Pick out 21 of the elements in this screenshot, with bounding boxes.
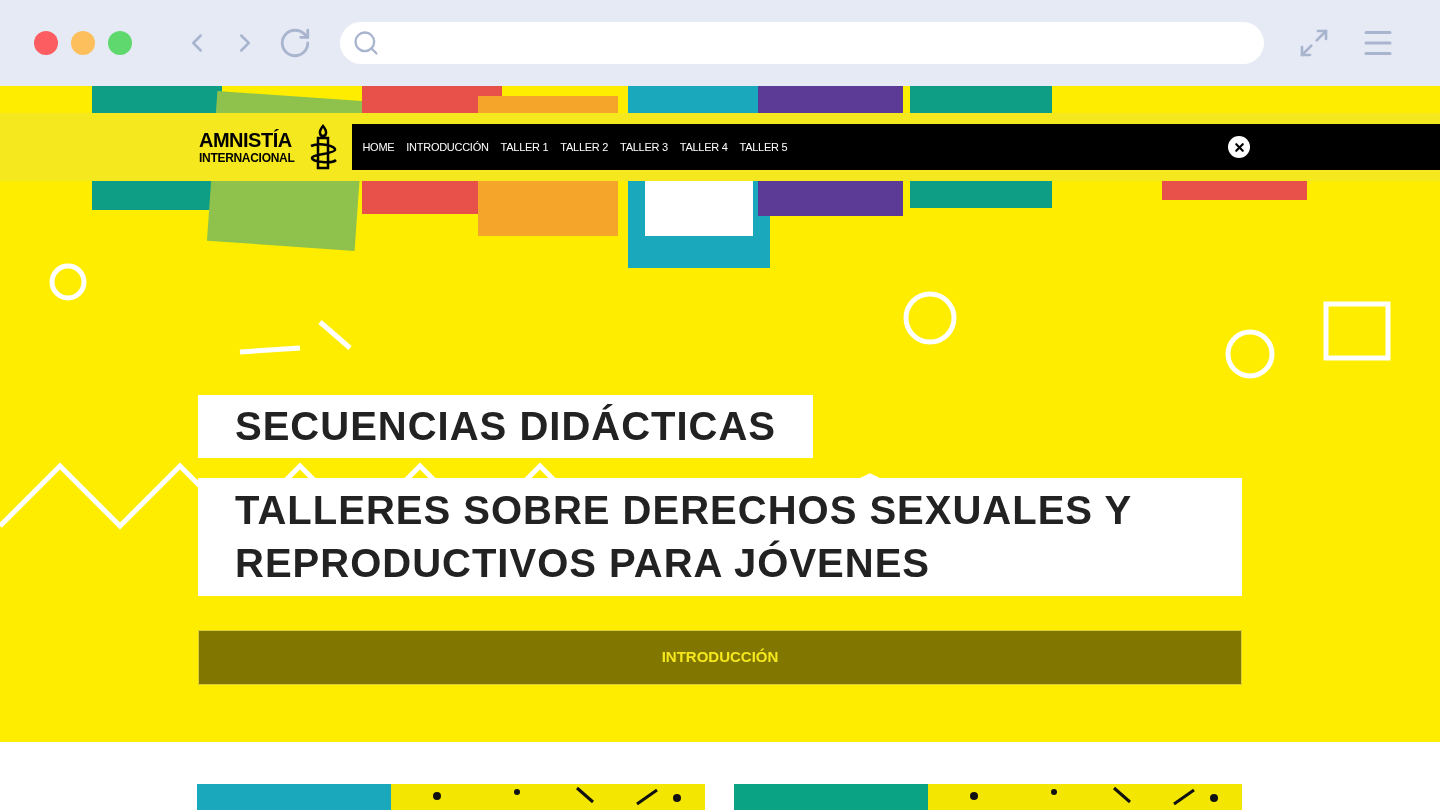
hero-kicker: SECUENCIAS DIDÁCTICAS <box>198 395 814 458</box>
nav-link[interactable]: INTRODUCCIÓN <box>406 138 489 156</box>
minimize-window-icon[interactable] <box>71 31 95 55</box>
nav-link[interactable]: TALLER 5 <box>739 138 788 156</box>
reload-icon[interactable] <box>278 26 312 60</box>
intro-button[interactable]: INTRODUCCIÓN <box>198 630 1242 685</box>
logo-text[interactable]: INTERNACIONAL <box>199 152 295 164</box>
hero-title: TALLERES SOBRE DERECHOS SEXUALES Y REPRODUCTIVOS PARA JÓVENES <box>198 478 1242 596</box>
logo-text[interactable]: AMNISTÍA <box>199 130 295 150</box>
search-icon <box>352 29 380 57</box>
close-window-icon[interactable] <box>34 31 58 55</box>
address-bar[interactable] <box>340 22 1264 64</box>
expand-icon[interactable] <box>1298 27 1330 59</box>
candle-icon[interactable] <box>308 124 339 170</box>
nav-link[interactable]: TALLER 2 <box>560 138 609 156</box>
nav-link[interactable]: TALLER 3 <box>620 138 668 156</box>
maximize-window-icon[interactable] <box>108 31 132 55</box>
close-icon[interactable] <box>1228 136 1250 158</box>
nav-link[interactable]: TALLER 1 <box>500 138 549 156</box>
nav-link[interactable]: HOME <box>362 138 395 156</box>
nav-link[interactable]: TALLER 4 <box>679 138 728 156</box>
